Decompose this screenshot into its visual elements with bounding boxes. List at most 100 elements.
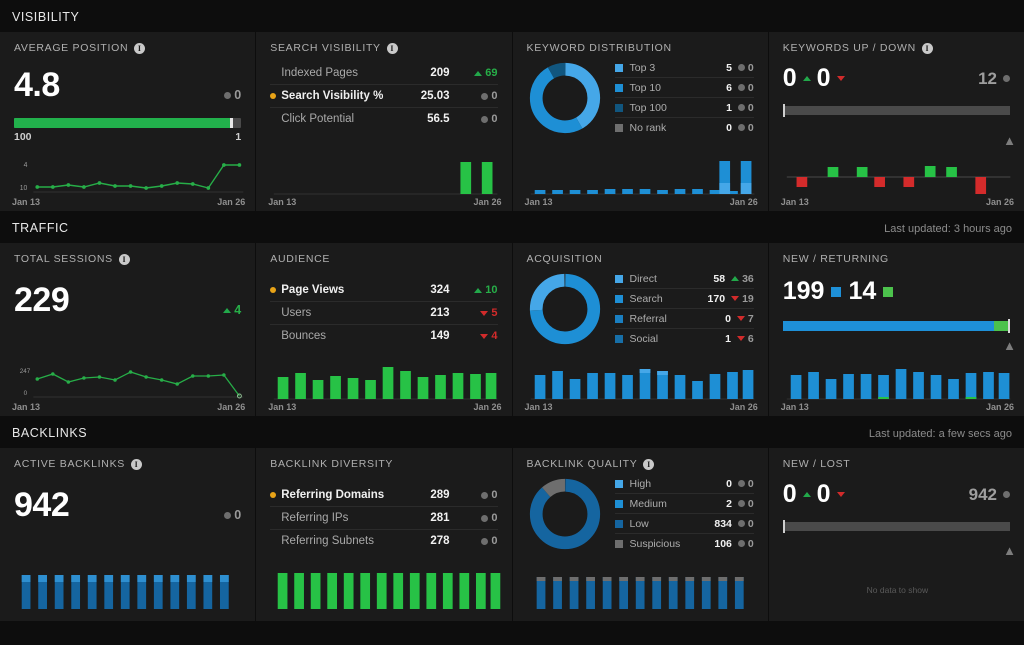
list-item[interactable]: Indexed Pages 209 69 bbox=[270, 62, 497, 85]
row-label: Page Views bbox=[281, 284, 430, 296]
svg-text:0: 0 bbox=[24, 390, 28, 397]
legend-item[interactable]: High 0 0 bbox=[615, 474, 754, 494]
dot-gray-icon bbox=[738, 540, 745, 547]
card-new-returning[interactable]: NEW / RETURNING 199 14 ▲ bbox=[769, 243, 1024, 356]
legend-item[interactable]: Referral 0 7 bbox=[615, 309, 754, 329]
acquisition-legend: Direct 58 36 Search 170 19 Referral 0 7 bbox=[615, 269, 754, 348]
card-total-sessions-sparkline[interactable]: 247 0 Jan 13 Jan 26 bbox=[0, 356, 255, 416]
new-lost-track bbox=[783, 522, 1010, 531]
legend-change: 0 bbox=[738, 498, 754, 510]
list-item[interactable]: Bounces 149 4 bbox=[270, 325, 497, 347]
card-search-visibility-bars[interactable]: Jan 13 Jan 26 bbox=[256, 151, 511, 211]
list-item[interactable]: Referring Subnets 278 0 bbox=[270, 530, 497, 552]
card-keywords-up-down[interactable]: KEYWORDS UP / DOWN i 0 0 12 ▲ bbox=[769, 32, 1024, 151]
info-icon[interactable]: i bbox=[131, 459, 142, 470]
card-keyword-distribution[interactable]: KEYWORD DISTRIBUTION Top 3 5 0 Top 10 bbox=[513, 32, 768, 151]
axis-end-label: Jan 26 bbox=[986, 197, 1014, 207]
card-audience[interactable]: AUDIENCE Page Views 324 10 Users 213 5 bbox=[256, 243, 511, 356]
legend-item[interactable]: Low 834 0 bbox=[615, 514, 754, 534]
card-average-position[interactable]: AVERAGE POSITION i 4.8 0 100 1 bbox=[0, 32, 255, 151]
info-icon[interactable]: i bbox=[922, 43, 933, 54]
row-change-value: 69 bbox=[485, 67, 497, 79]
backlink-quality-legend: High 0 0 Medium 2 0 Low 834 0 bbox=[615, 474, 754, 553]
new-swatch bbox=[831, 287, 841, 297]
total-sessions-value: 229 bbox=[14, 283, 69, 317]
card-title-backlink-quality: BACKLINK QUALITY i bbox=[527, 458, 754, 470]
row-label: Referring Domains bbox=[281, 489, 430, 501]
audience-label: AUDIENCE bbox=[270, 253, 330, 265]
progress-fill bbox=[14, 118, 230, 128]
list-item[interactable]: Search Visibility % 25.03 0 bbox=[270, 85, 497, 108]
axis-start-label: Jan 13 bbox=[12, 402, 40, 412]
chevron-up-icon[interactable]: ▲ bbox=[1003, 339, 1016, 352]
legend-change: 0 bbox=[738, 478, 754, 490]
row-change: 5 bbox=[464, 307, 498, 319]
backlinks-sparkline-row: No data to show bbox=[0, 561, 1024, 621]
no-data-message: No data to show bbox=[781, 567, 1014, 595]
audience-bars bbox=[268, 362, 501, 404]
card-backlink-diversity-bars[interactable] bbox=[256, 561, 511, 621]
section-updated-traffic: Last updated: 3 hours ago bbox=[884, 223, 1012, 235]
card-backlink-quality-bars[interactable] bbox=[513, 561, 768, 621]
legend-item[interactable]: Medium 2 0 bbox=[615, 494, 754, 514]
active-backlinks-label: ACTIVE BACKLINKS bbox=[14, 458, 125, 470]
dot-gray-icon bbox=[481, 116, 488, 123]
card-title-new-lost: NEW / LOST bbox=[783, 458, 1010, 470]
card-backlink-quality[interactable]: BACKLINK QUALITY i High 0 0 Medium 2 bbox=[513, 448, 768, 561]
legend-value: 58 bbox=[713, 273, 725, 285]
card-keyword-distribution-bars[interactable]: Jan 13 Jan 26 bbox=[513, 151, 768, 211]
card-new-returning-bars[interactable]: Jan 13 Jan 26 bbox=[769, 356, 1024, 416]
legend-swatch bbox=[615, 275, 623, 283]
info-icon[interactable]: i bbox=[643, 459, 654, 470]
card-acquisition[interactable]: ACQUISITION Direct 58 36 Search 170 bbox=[513, 243, 768, 356]
card-total-sessions[interactable]: TOTAL SESSIONS i 229 4 bbox=[0, 243, 255, 356]
card-search-visibility[interactable]: SEARCH VISIBILITY i Indexed Pages 209 69… bbox=[256, 32, 511, 151]
row-change: 4 bbox=[464, 330, 498, 342]
list-item[interactable]: Click Potential 56.5 0 bbox=[270, 108, 497, 130]
keywords-up-down-bars bbox=[781, 157, 1014, 199]
legend-item[interactable]: Suspicious 106 0 bbox=[615, 534, 754, 553]
card-acquisition-bars[interactable]: Jan 13 Jan 26 bbox=[513, 356, 768, 416]
row-value: 25.03 bbox=[421, 90, 450, 102]
card-keywords-up-down-bars[interactable]: Jan 13 Jan 26 bbox=[769, 151, 1024, 211]
legend-item[interactable]: Direct 58 36 bbox=[615, 269, 754, 289]
acquisition-donut bbox=[527, 271, 603, 347]
backlink-diversity-list: Referring Domains 289 0 Referring IPs 28… bbox=[270, 484, 497, 552]
legend-value: 2 bbox=[726, 498, 732, 510]
list-item[interactable]: Referring IPs 281 0 bbox=[270, 507, 497, 530]
backlink-quality-label: BACKLINK QUALITY bbox=[527, 458, 638, 470]
legend-item[interactable]: Search 170 19 bbox=[615, 289, 754, 309]
card-backlink-diversity[interactable]: BACKLINK DIVERSITY Referring Domains 289… bbox=[256, 448, 511, 561]
card-active-backlinks-bars[interactable] bbox=[0, 561, 255, 621]
search-visibility-bars bbox=[268, 157, 501, 199]
legend-swatch bbox=[615, 84, 623, 92]
row-label: Bounces bbox=[281, 330, 430, 342]
new-returning-bars bbox=[781, 362, 1014, 404]
card-new-lost[interactable]: NEW / LOST 0 0 942 ▲ bbox=[769, 448, 1024, 561]
list-item[interactable]: Referring Domains 289 0 bbox=[270, 484, 497, 507]
info-icon[interactable]: i bbox=[119, 254, 130, 265]
card-title-keywords-up-down: KEYWORDS UP / DOWN i bbox=[783, 42, 1010, 54]
total-sessions-sparkline: 247 0 bbox=[12, 362, 245, 404]
legend-item[interactable]: Top 10 6 0 bbox=[615, 78, 754, 98]
triangle-up-icon bbox=[474, 288, 482, 293]
legend-item[interactable]: No rank 0 0 bbox=[615, 118, 754, 137]
card-active-backlinks[interactable]: ACTIVE BACKLINKS i 942 0 bbox=[0, 448, 255, 561]
list-item[interactable]: Page Views 324 10 bbox=[270, 279, 497, 302]
info-icon[interactable]: i bbox=[387, 43, 398, 54]
legend-value: 0 bbox=[725, 313, 731, 325]
legend-item[interactable]: Social 1 6 bbox=[615, 329, 754, 348]
card-average-position-sparkline[interactable]: 4 10 Jan 13 Jan 26 bbox=[0, 151, 255, 211]
info-icon[interactable]: i bbox=[134, 43, 145, 54]
dot-gray-icon bbox=[738, 124, 745, 131]
keywords-up-down-label: KEYWORDS UP / DOWN bbox=[783, 42, 916, 54]
new-returning-label: NEW / RETURNING bbox=[783, 253, 889, 265]
legend-label: Search bbox=[630, 293, 708, 305]
legend-item[interactable]: Top 100 1 0 bbox=[615, 98, 754, 118]
list-item[interactable]: Users 213 5 bbox=[270, 302, 497, 325]
chevron-up-icon[interactable]: ▲ bbox=[1003, 544, 1016, 557]
chevron-up-icon[interactable]: ▲ bbox=[1003, 134, 1016, 147]
card-audience-bars[interactable]: Jan 13 Jan 26 bbox=[256, 356, 511, 416]
legend-item[interactable]: Top 3 5 0 bbox=[615, 58, 754, 78]
card-new-lost-bars[interactable]: No data to show bbox=[769, 561, 1024, 621]
